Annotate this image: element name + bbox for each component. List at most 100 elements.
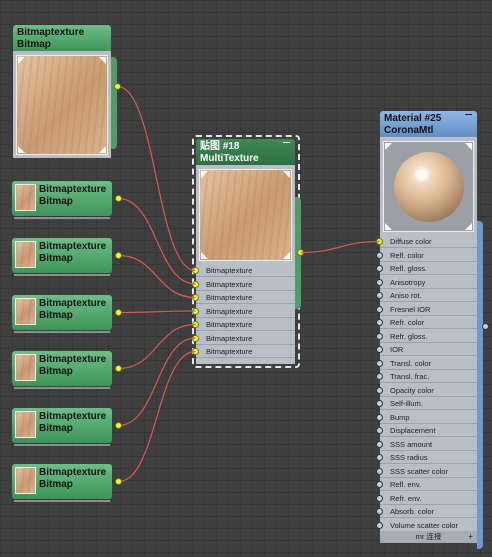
material-slot[interactable]: Aniso rot.	[376, 289, 477, 302]
output-port[interactable]	[115, 309, 122, 316]
output-port[interactable]	[297, 249, 304, 256]
expand-icon[interactable]: +	[468, 531, 473, 543]
material-slot[interactable]: SSS amount	[376, 438, 477, 451]
input-slot[interactable]: Bitmaptexture	[192, 332, 295, 345]
bitmap-node-small[interactable]: Bitmaptexture Bitmap	[12, 295, 122, 333]
node-collapse-tab[interactable]	[477, 221, 483, 549]
input-port[interactable]	[376, 454, 383, 461]
node-title: Bitmaptexture	[39, 411, 107, 422]
input-port[interactable]	[376, 508, 383, 515]
output-port[interactable]	[115, 422, 122, 429]
input-slot[interactable]: Bitmaptexture	[192, 318, 295, 331]
input-port[interactable]	[192, 267, 199, 274]
input-port[interactable]	[192, 280, 199, 288]
input-port[interactable]	[376, 373, 383, 380]
input-port[interactable]	[376, 305, 383, 313]
input-port[interactable]	[376, 319, 383, 326]
node-title: Bitmaptexture	[39, 298, 107, 309]
output-port[interactable]	[114, 83, 121, 90]
minimize-icon[interactable]	[465, 114, 472, 115]
texture-preview	[15, 354, 36, 381]
input-slot[interactable]: Bitmaptexture	[192, 305, 295, 318]
input-port[interactable]	[376, 440, 383, 448]
material-slot[interactable]: Opacity color	[376, 384, 477, 397]
slot-label: Aniso rot.	[390, 291, 422, 300]
bitmap-node-small[interactable]: Bitmaptexture Bitmap	[12, 464, 122, 502]
texture-preview	[15, 184, 36, 211]
input-slot[interactable]: Bitmaptexture	[192, 278, 295, 291]
multitexture-node[interactable]: 贴图 #18 MultiTexture Bitmaptexture Bitmapt…	[192, 139, 304, 364]
input-port[interactable]	[192, 294, 199, 301]
material-node[interactable]: Material #25 CoronaMtl Diffuse color Refl…	[376, 111, 489, 549]
input-port[interactable]	[376, 521, 383, 529]
bitmap-node-small[interactable]: Bitmaptexture Bitmap	[12, 408, 122, 446]
minimize-icon[interactable]	[283, 142, 290, 143]
input-port[interactable]	[376, 292, 383, 299]
input-port[interactable]	[376, 481, 383, 488]
bitmap-node-small[interactable]: Bitmaptexture Bitmap	[12, 181, 122, 219]
material-slot[interactable]: Refl. env.	[376, 478, 477, 491]
input-port[interactable]	[376, 467, 383, 475]
input-port[interactable]	[192, 307, 199, 315]
material-slot[interactable]: Self-illum.	[376, 397, 477, 410]
input-slot[interactable]: Bitmaptexture	[192, 345, 295, 358]
input-port[interactable]	[192, 348, 199, 355]
input-port[interactable]	[376, 265, 383, 272]
input-port[interactable]	[376, 238, 383, 245]
output-port[interactable]	[115, 365, 122, 372]
output-port[interactable]	[115, 478, 122, 485]
wire-bitmap-to-multitexture	[117, 85, 196, 272]
material-slot[interactable]: Refl. gloss.	[376, 262, 477, 275]
material-slot[interactable]: Anisotropy	[376, 276, 477, 289]
output-port[interactable]	[482, 323, 489, 330]
material-slot[interactable]: Bump	[376, 411, 477, 424]
input-port[interactable]	[376, 400, 383, 407]
input-slot[interactable]: Bitmaptexture	[192, 291, 295, 304]
slot-label: SSS radius	[390, 453, 428, 462]
input-port[interactable]	[376, 332, 383, 340]
material-slot[interactable]: IOR	[376, 343, 477, 356]
material-slot[interactable]: Transl. color	[376, 357, 477, 370]
material-slot[interactable]: SSS scatter color	[376, 465, 477, 478]
input-port[interactable]	[376, 386, 383, 394]
input-port[interactable]	[376, 359, 383, 367]
material-slot[interactable]: SSS radius	[376, 451, 477, 464]
bitmap-node-small[interactable]: Bitmaptexture Bitmap	[12, 238, 122, 276]
output-port[interactable]	[115, 195, 122, 202]
slot-label: Diffuse color	[390, 237, 432, 246]
input-port[interactable]	[376, 427, 383, 434]
wire-bitmap-to-multitexture	[118, 323, 196, 370]
slot-label: SSS amount	[390, 439, 433, 449]
slot-label: Bitmaptexture	[206, 333, 253, 343]
material-slot[interactable]: Diffuse color	[376, 235, 477, 248]
node-subtitle: Bitmap	[39, 479, 73, 490]
node-header: Bitmaptexture Bitmap	[13, 25, 111, 51]
bitmap-node-large[interactable]: Bitmaptexture Bitmap	[13, 25, 121, 158]
material-slot[interactable]: Refl. color	[376, 249, 477, 262]
input-port[interactable]	[192, 334, 199, 342]
node-subtitle: Bitmap	[39, 196, 73, 207]
input-port[interactable]	[376, 346, 383, 353]
material-slot[interactable]: Refr. color	[376, 316, 477, 329]
material-slot[interactable]: Refr. env.	[376, 492, 477, 505]
slot-label: Bump	[390, 412, 410, 422]
input-slot[interactable]: Bitmaptexture	[192, 264, 295, 277]
input-port[interactable]	[376, 251, 383, 259]
slot-label: Refl. gloss.	[390, 264, 428, 273]
input-port[interactable]	[376, 278, 383, 286]
material-slot[interactable]: Fresnel IOR	[376, 303, 477, 316]
material-slot[interactable]: Displacement	[376, 424, 477, 437]
bitmap-node-small[interactable]: Bitmaptexture Bitmap	[12, 351, 122, 389]
material-slot[interactable]: Refr. gloss.	[376, 330, 477, 343]
node-title: Material #25	[384, 113, 442, 124]
node-collapse-tab[interactable]	[111, 57, 117, 149]
material-slot[interactable]: Absorb. color	[376, 505, 477, 518]
output-port[interactable]	[115, 252, 122, 259]
input-port[interactable]	[376, 494, 383, 502]
input-port[interactable]	[376, 413, 383, 421]
node-title: Bitmaptexture	[39, 354, 107, 365]
material-slot[interactable]: Volume scatter color	[376, 519, 477, 532]
input-port[interactable]	[192, 321, 199, 328]
node-title: Bitmaptexture	[39, 467, 107, 478]
material-slot[interactable]: Transl. frac.	[376, 370, 477, 383]
